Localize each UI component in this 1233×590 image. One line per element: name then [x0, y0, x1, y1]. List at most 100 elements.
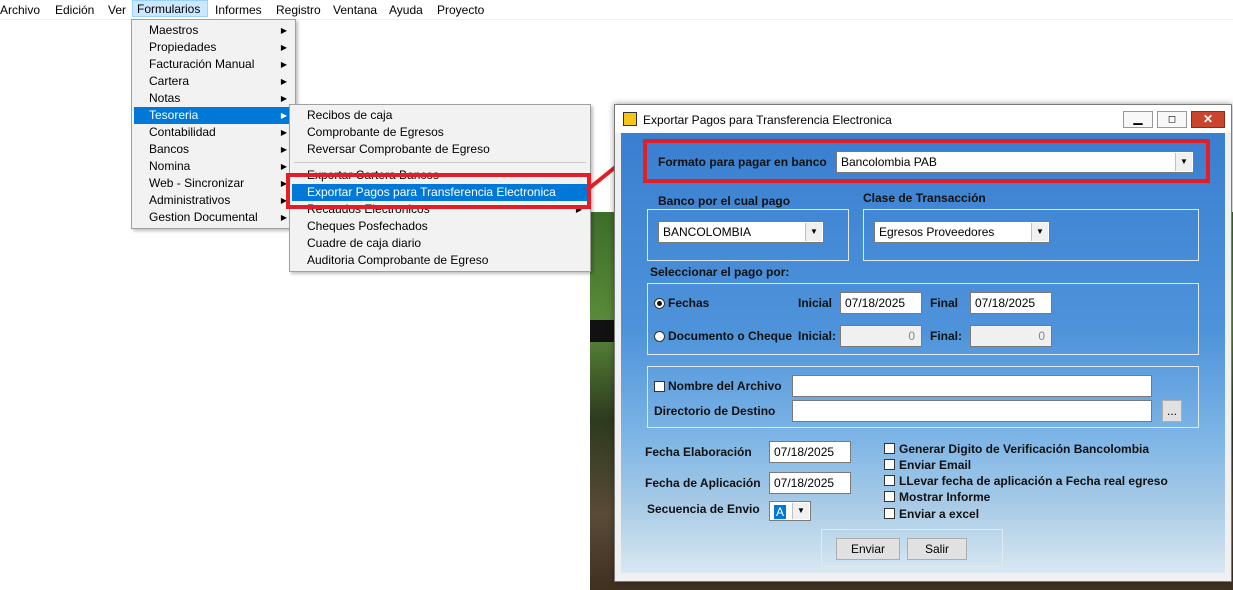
- menu-item-label: Web - Sincronizar: [149, 176, 245, 190]
- submenu-arrow-icon: ▶: [280, 77, 287, 86]
- final-label: Final: [930, 296, 959, 310]
- mostrar-informe-checkbox[interactable]: [884, 491, 895, 502]
- fecha-elaboracion-label: Fecha Elaboración: [645, 445, 752, 459]
- menu-item-auditoria-comprobante[interactable]: Auditoria Comprobante de Egreso: [292, 252, 588, 269]
- menu-item-recibos-de-caja[interactable]: Recibos de caja: [292, 107, 588, 124]
- menu-item-label: Propiedades: [149, 40, 217, 54]
- menu-item-nomina[interactable]: Nomina ▶: [134, 158, 293, 175]
- menu-informes[interactable]: Informes: [215, 2, 262, 18]
- menu-item-label: Administrativos: [149, 193, 231, 207]
- dialog-app-icon: [623, 112, 637, 126]
- doc-inicial-input[interactable]: 0: [840, 325, 922, 347]
- doc-inicial-label: Inicial:: [798, 329, 837, 343]
- dropdown-arrow-icon[interactable]: ▼: [805, 223, 822, 241]
- buttons-group: Enviar Salir: [821, 529, 1003, 567]
- menu-formularios[interactable]: Formularios: [132, 0, 208, 17]
- dropdown-arrow-icon[interactable]: ▼: [792, 503, 809, 519]
- maximize-icon[interactable]: ◻: [1157, 111, 1187, 128]
- clase-group: Egresos Proveedores ▼: [863, 209, 1199, 261]
- menu-item-comprobante-de-egresos[interactable]: Comprobante de Egresos: [292, 124, 588, 141]
- directorio-label: Directorio de Destino: [654, 404, 776, 418]
- secuencia-value: A: [774, 505, 787, 519]
- doc-final-label: Final:: [930, 329, 962, 343]
- enviar-button[interactable]: Enviar: [836, 538, 900, 560]
- submenu-arrow-icon: ▶: [280, 60, 287, 69]
- email-checkbox[interactable]: [884, 459, 895, 470]
- documento-radio[interactable]: [654, 331, 665, 342]
- minimize-icon[interactable]: ▁: [1123, 111, 1153, 128]
- menu-item-label: Tesoreria: [149, 108, 199, 122]
- excel-checkbox[interactable]: [884, 508, 895, 519]
- banco-select[interactable]: BANCOLOMBIA ▼: [658, 221, 824, 243]
- secuencia-select[interactable]: A ▼: [769, 501, 811, 521]
- fecha-inicial-input[interactable]: 07/18/2025: [840, 292, 922, 314]
- fecha-aplicacion-label: Fecha de Aplicación: [645, 476, 761, 490]
- submenu-arrow-icon: ▶: [280, 43, 287, 52]
- menu-item-maestros[interactable]: Maestros ▶: [134, 22, 293, 39]
- menu-item-facturacion-manual[interactable]: Facturación Manual ▶: [134, 56, 293, 73]
- menu-item-web-sincronizar[interactable]: Web - Sincronizar ▶: [134, 175, 293, 192]
- digito-checkbox[interactable]: [884, 443, 895, 454]
- menu-item-gestion-documental[interactable]: Gestion Documental ▶: [134, 209, 293, 226]
- menu-registro[interactable]: Registro: [276, 2, 321, 18]
- dialog-body: Formato para pagar en banco Bancolombia …: [621, 133, 1225, 573]
- submenu-arrow-icon: ▶: [280, 128, 287, 137]
- menu-item-label: Recibos de caja: [307, 108, 393, 122]
- menu-item-tesoreria[interactable]: Tesoreria ▶: [134, 107, 293, 124]
- menu-item-cuadre-de-caja[interactable]: Cuadre de caja diario: [292, 235, 588, 252]
- excel-label: Enviar a excel: [899, 507, 980, 521]
- seleccionar-label: Seleccionar el pago por:: [650, 265, 790, 279]
- fecha-elaboracion-input[interactable]: 07/18/2025: [769, 441, 851, 463]
- fecha-aplicacion-input[interactable]: 07/18/2025: [769, 472, 851, 494]
- menu-item-label: Cheques Posfechados: [307, 219, 428, 233]
- menu-item-cheques-posfechados[interactable]: Cheques Posfechados: [292, 218, 588, 235]
- annotation-highlight-formato: [643, 139, 1210, 183]
- archivo-group: Nombre del Archivo Directorio de Destino…: [647, 366, 1199, 428]
- menu-archivo[interactable]: Archivo: [0, 2, 40, 18]
- llevar-fecha-checkbox[interactable]: [884, 475, 895, 486]
- menu-item-propiedades[interactable]: Propiedades ▶: [134, 39, 293, 56]
- submenu-arrow-icon: ▶: [280, 26, 287, 35]
- browse-button[interactable]: ...: [1162, 400, 1182, 422]
- banco-value: BANCOLOMBIA: [663, 225, 752, 239]
- dialog-titlebar[interactable]: Exportar Pagos para Transferencia Electr…: [615, 105, 1231, 133]
- menu-item-contabilidad[interactable]: Contabilidad ▶: [134, 124, 293, 141]
- mostrar-informe-label: Mostrar Informe: [899, 490, 991, 504]
- fecha-final-input[interactable]: 07/18/2025: [970, 292, 1052, 314]
- submenu-arrow-icon: ▶: [280, 111, 287, 120]
- menu-item-label: Nomina: [149, 159, 191, 173]
- close-icon[interactable]: ✕: [1191, 111, 1225, 128]
- menu-ayuda[interactable]: Ayuda: [389, 2, 423, 18]
- menu-item-label: Cuadre de caja diario: [307, 236, 422, 250]
- menu-ver[interactable]: Ver: [108, 2, 126, 18]
- clase-select[interactable]: Egresos Proveedores ▼: [874, 221, 1050, 243]
- menu-ventana[interactable]: Ventana: [333, 2, 377, 18]
- menu-proyecto[interactable]: Proyecto: [437, 2, 484, 18]
- nombre-archivo-checkbox[interactable]: [654, 381, 665, 392]
- banco-label: Banco por el cual pago: [658, 194, 791, 208]
- menu-item-administrativos[interactable]: Administrativos ▶: [134, 192, 293, 209]
- menu-item-label: Auditoria Comprobante de Egreso: [307, 253, 489, 267]
- menu-item-label: Comprobante de Egresos: [307, 125, 444, 139]
- menu-item-reversar-comprobante[interactable]: Reversar Comprobante de Egreso: [292, 141, 588, 158]
- dropdown-arrow-icon[interactable]: ▼: [1031, 223, 1048, 241]
- clase-label: Clase de Transacción: [863, 191, 986, 205]
- nombre-archivo-input[interactable]: [792, 375, 1152, 397]
- menu-item-label: Cartera: [149, 74, 190, 88]
- menu-item-notas[interactable]: Notas ▶: [134, 90, 293, 107]
- seleccionar-group: Fechas Inicial 07/18/2025 Final 07/18/20…: [647, 283, 1199, 355]
- documento-label: Documento o Cheque: [668, 329, 793, 343]
- directorio-input[interactable]: [792, 400, 1152, 422]
- menu-item-bancos[interactable]: Bancos ▶: [134, 141, 293, 158]
- digito-label: Generar Digito de Verificación Bancolomb…: [899, 442, 1150, 456]
- submenu-arrow-icon: ▶: [280, 145, 287, 154]
- menu-item-label: Maestros: [149, 23, 199, 37]
- salir-button[interactable]: Salir: [907, 538, 967, 560]
- doc-final-input[interactable]: 0: [970, 325, 1052, 347]
- inicial-label: Inicial: [798, 296, 833, 310]
- menu-item-label: Notas: [149, 91, 181, 105]
- menu-item-cartera[interactable]: Cartera ▶: [134, 73, 293, 90]
- submenu-arrow-icon: ▶: [280, 213, 287, 222]
- fechas-radio[interactable]: [654, 298, 665, 309]
- menu-edicion[interactable]: Edición: [55, 2, 94, 18]
